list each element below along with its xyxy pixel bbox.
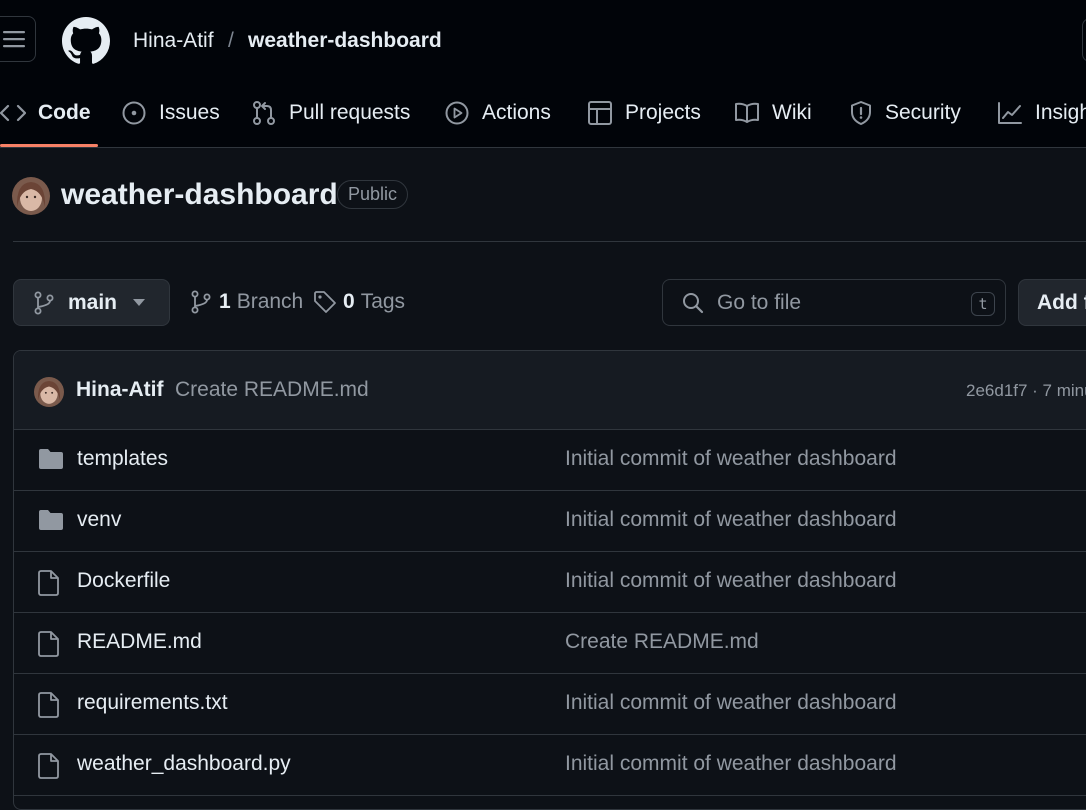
file-icon: [38, 570, 59, 596]
repo-title[interactable]: weather-dashboard: [61, 178, 338, 212]
file-icon: [38, 631, 59, 657]
issue-opened-icon: [122, 101, 146, 125]
file-commit-message[interactable]: Initial commit of weather dashboard: [565, 569, 897, 593]
tab-code[interactable]: Code: [0, 90, 91, 136]
file-name[interactable]: requirements.txt: [77, 691, 228, 715]
repo-header: weather-dashboard Public: [0, 160, 1086, 242]
file-icon: [38, 753, 59, 779]
commit-message[interactable]: Create README.md: [175, 378, 369, 402]
caret-down-icon: [133, 299, 145, 306]
tab-label: Code: [38, 101, 91, 124]
tab-insights[interactable]: Insights: [997, 90, 1086, 136]
breadcrumb-repo[interactable]: weather-dashboard: [248, 28, 442, 54]
file-commit-message[interactable]: Create README.md: [565, 630, 759, 654]
table-row[interactable]: Dockerfile Initial commit of weather das…: [14, 552, 1086, 613]
branch-label: Branch: [236, 290, 304, 313]
branches-link[interactable]: 1 Branch: [191, 290, 303, 314]
add-file-button[interactable]: Add file: [1018, 279, 1086, 326]
avatar[interactable]: [34, 377, 64, 407]
visibility-badge: Public: [337, 180, 409, 209]
divider: [13, 241, 1086, 242]
go-to-file-input[interactable]: Go to file t: [662, 279, 1006, 326]
graph-icon: [998, 102, 1022, 124]
book-icon: [735, 102, 759, 123]
table-row[interactable]: weather_dashboard.py Initial commit of w…: [14, 735, 1086, 796]
active-tab-indicator: [0, 144, 98, 147]
file-list: Hina-Atif Create README.md 2e6d1f7 · 7 m…: [13, 350, 1086, 810]
folder-icon: [39, 449, 63, 469]
table-row[interactable]: venv Initial commit of weather dashboard: [14, 491, 1086, 552]
file-commit-message[interactable]: Initial commit of weather dashboard: [565, 447, 897, 471]
tag-icon: [314, 291, 336, 313]
hamburger-icon: [3, 31, 25, 48]
file-icon: [38, 692, 59, 718]
branch-count: 1: [219, 290, 231, 313]
shield-icon: [851, 101, 871, 125]
avatar[interactable]: [12, 177, 50, 215]
repo-nav-tabs: Code Issues Pull requests Actions Projec…: [0, 90, 1086, 148]
play-icon: [445, 101, 469, 125]
file-name[interactable]: Dockerfile: [77, 569, 170, 593]
folder-icon: [39, 510, 63, 530]
file-name[interactable]: templates: [77, 447, 168, 471]
tab-wiki[interactable]: Wiki: [734, 90, 812, 136]
table-row[interactable]: README.md Create README.md: [14, 613, 1086, 674]
tab-actions[interactable]: Actions: [444, 90, 551, 136]
file-name[interactable]: venv: [77, 508, 121, 532]
search-button[interactable]: [1082, 18, 1086, 62]
git-pull-request-icon: [253, 101, 275, 125]
table-icon: [588, 101, 612, 125]
git-branch-icon: [191, 290, 211, 314]
table-row[interactable]: requirements.txt Initial commit of weath…: [14, 674, 1086, 735]
file-commit-message[interactable]: Initial commit of weather dashboard: [565, 752, 897, 776]
search-icon: [683, 292, 704, 313]
menu-button[interactable]: [0, 16, 36, 62]
keyboard-shortcut-hint: t: [971, 292, 995, 316]
branch-selector-button[interactable]: main: [13, 279, 170, 326]
tab-label: Wiki: [772, 101, 812, 124]
breadcrumb-owner[interactable]: Hina-Atif: [133, 28, 214, 54]
file-commit-message[interactable]: Initial commit of weather dashboard: [565, 691, 897, 715]
commit-hash-and-time[interactable]: 2e6d1f7 · 7 minutes ago: [966, 381, 1086, 401]
tab-pull-requests[interactable]: Pull requests: [251, 90, 410, 136]
commit-author[interactable]: Hina-Atif: [76, 378, 164, 402]
tab-label: Insights: [1035, 101, 1086, 124]
tab-label: Actions: [482, 101, 551, 124]
tab-label: Issues: [159, 101, 220, 124]
github-logo-icon[interactable]: [62, 17, 110, 65]
tags-link[interactable]: 0 Tags: [313, 290, 405, 314]
file-name[interactable]: weather_dashboard.py: [77, 752, 291, 776]
file-rows: templates Initial commit of weather dash…: [14, 430, 1086, 796]
branch-name: main: [68, 290, 118, 314]
tab-label: Projects: [625, 101, 701, 124]
tab-issues[interactable]: Issues: [121, 90, 220, 136]
tab-security[interactable]: Security: [849, 90, 961, 136]
tag-count: 0: [343, 290, 355, 313]
app-header: Hina-Atif / weather-dashboard Code Issue…: [0, 0, 1086, 148]
tab-label: Security: [885, 101, 961, 124]
tag-label: Tags: [360, 290, 406, 313]
file-name[interactable]: README.md: [77, 630, 202, 654]
breadcrumb-separator: /: [228, 29, 234, 52]
tab-label: Pull requests: [289, 101, 411, 124]
file-commit-message[interactable]: Initial commit of weather dashboard: [565, 508, 897, 532]
git-branch-icon: [34, 291, 54, 314]
search-placeholder: Go to file: [717, 290, 802, 314]
latest-commit-bar: Hina-Atif Create README.md 2e6d1f7 · 7 m…: [14, 351, 1086, 430]
table-row[interactable]: templates Initial commit of weather dash…: [14, 430, 1086, 491]
code-icon: [0, 104, 26, 122]
tab-projects[interactable]: Projects: [587, 90, 701, 136]
